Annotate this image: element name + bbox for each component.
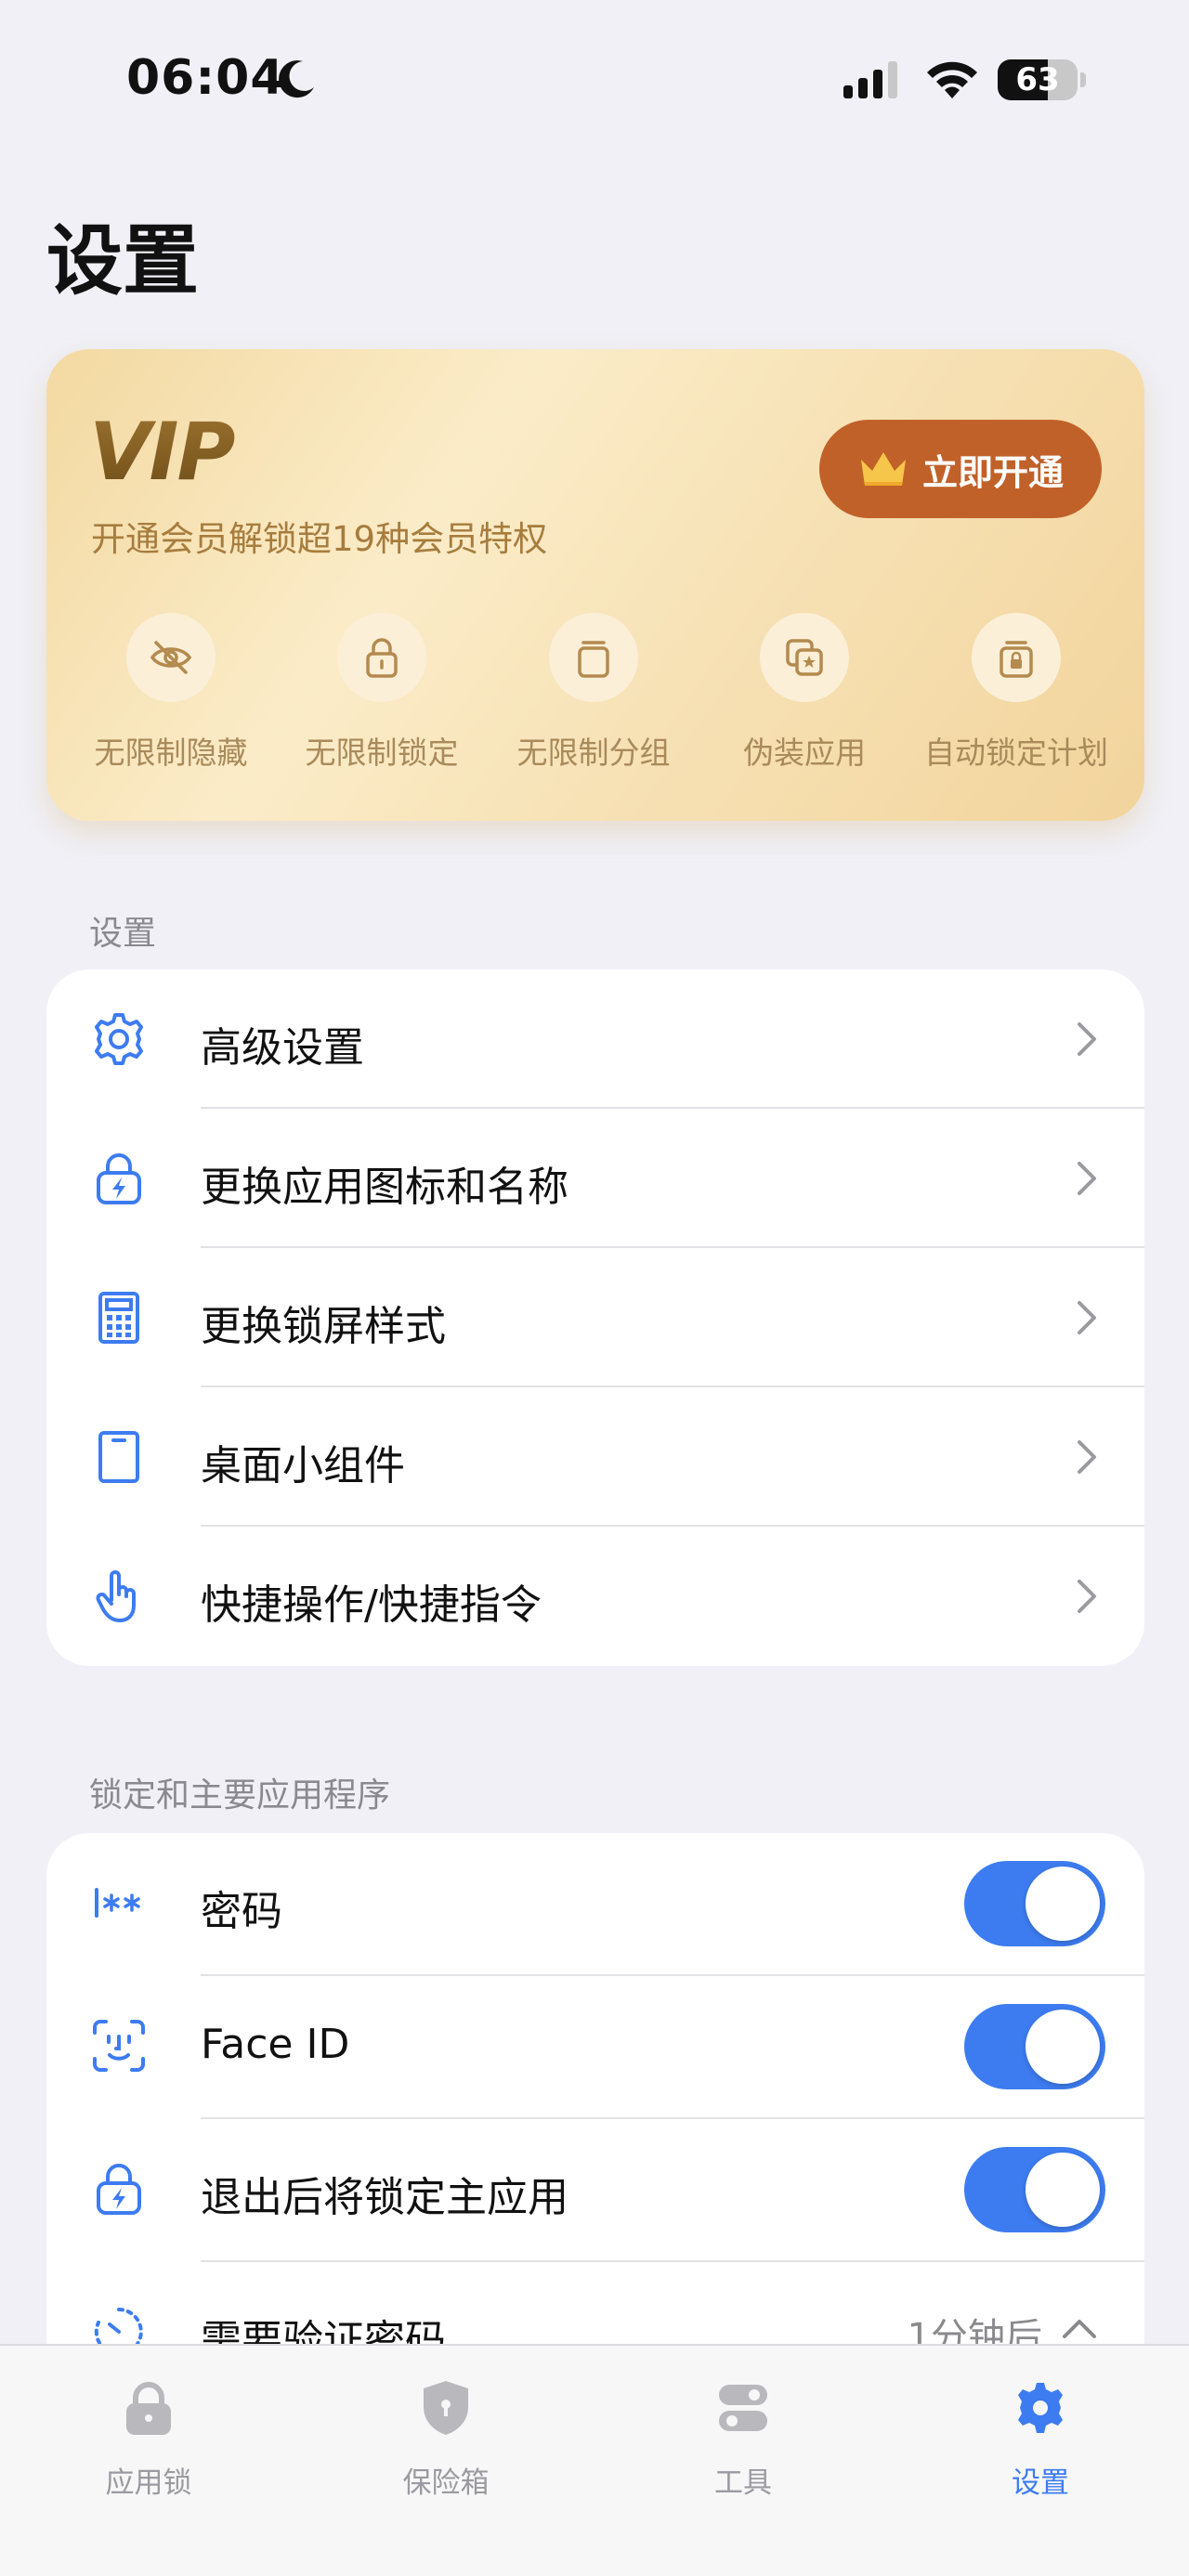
settings-group: 高级设置 更换应用图标和名称 更换锁屏样式 桌面小组件 快捷操作/快捷指令 [46, 969, 1144, 1666]
chevron-up-icon[interactable] [1061, 2316, 1098, 2340]
chevron-right-icon [1078, 1022, 1096, 1056]
lock-icon [366, 638, 398, 678]
stack-icon [578, 641, 609, 678]
section-header-settings: 设置 [89, 915, 157, 953]
face-id-toggle[interactable] [964, 2004, 1105, 2089]
row-desktop-widget[interactable]: 桌面小组件 [46, 1387, 1144, 1527]
disguise-app-icon [786, 639, 823, 676]
row-face-id[interactable]: Face ID [46, 1976, 1144, 2119]
perk-label: 伪装应用 [743, 735, 866, 771]
auto-lock-icon [1000, 641, 1033, 678]
gear-icon [95, 1013, 143, 1065]
tab-settings[interactable]: 设置 [938, 2366, 1143, 2500]
section-header-lock: 锁定和主要应用程序 [89, 1776, 391, 1815]
cellular-signal-icon [843, 61, 897, 98]
gear-tab-icon [1018, 2383, 1063, 2433]
row-change-lock-screen-style[interactable]: 更换锁屏样式 [46, 1248, 1144, 1387]
row-label: 桌面小组件 [201, 1442, 405, 1490]
chevron-right-icon [1078, 1162, 1096, 1195]
shield-icon [424, 2381, 468, 2435]
row-label: 退出后将锁定主应用 [201, 2174, 568, 2221]
perk-auto-lock-schedule[interactable]: 自动锁定计划 [914, 613, 1118, 771]
chevron-right-icon [1078, 1580, 1096, 1613]
status-time: 06:04 [126, 50, 285, 106]
row-advanced-settings[interactable]: 高级设置 [46, 969, 1144, 1109]
perk-label: 自动锁定计划 [924, 735, 1108, 771]
face-id-icon [93, 2020, 145, 2072]
battery-percent: 63 [1015, 61, 1060, 98]
tab-bar: 应用锁 保险箱 工具 设置 [0, 2344, 1189, 2576]
moon-icon [279, 60, 314, 98]
perk-label: 无限制隐藏 [94, 735, 248, 771]
perk-label: 无限制分组 [516, 735, 671, 771]
vip-subscribe-button[interactable]: 立即开通 [819, 420, 1102, 518]
lock-group: 密码 Face ID 退出后将锁定主应用 需要验证密码 1分钟后 [46, 1833, 1144, 2353]
row-label: 密码 [201, 1888, 282, 1935]
row-label: 快捷操作/快捷指令 [201, 1581, 542, 1629]
vip-card[interactable]: VIP 开通会员解锁超19种会员特权 立即开通 无限制隐藏 无限制锁定 无限制分… [46, 349, 1144, 821]
tab-label: 工具 [714, 2466, 772, 2500]
row-label: 更换应用图标和名称 [201, 1164, 568, 1211]
widget-icon [98, 1431, 139, 1483]
chevron-right-icon [1078, 1440, 1096, 1474]
tab-app-lock[interactable]: 应用锁 [46, 2366, 251, 2500]
row-lock-main-app-on-exit[interactable]: 退出后将锁定主应用 [46, 2119, 1144, 2262]
row-require-password[interactable]: 需要验证密码 1分钟后 [46, 2262, 1144, 2353]
perk-unlimited-group[interactable]: 无限制分组 [491, 613, 696, 771]
status-bar: 06:04 63 [0, 0, 1189, 158]
settings-screen: 06:04 63 设置 VIP 开通会员解锁超19种会员特权 立即开通 无限制隐… [0, 0, 1189, 2576]
perk-disguise-app[interactable]: 伪装应用 [702, 613, 907, 771]
tab-label: 设置 [1012, 2466, 1069, 2500]
row-label: 更换锁屏样式 [201, 1303, 446, 1350]
row-password[interactable]: 密码 [46, 1833, 1144, 1976]
battery-indicator: 63 [998, 59, 1087, 100]
crown-icon [860, 452, 906, 486]
lock-bolt-icon [97, 2164, 141, 2215]
eye-slash-icon [150, 641, 192, 674]
row-shortcuts[interactable]: 快捷操作/快捷指令 [46, 1527, 1144, 1666]
tab-label: 保险箱 [402, 2466, 490, 2500]
perk-unlimited-hide[interactable]: 无限制隐藏 [69, 613, 273, 771]
lock-main-app-toggle[interactable] [964, 2147, 1105, 2232]
row-label: Face ID [201, 2021, 350, 2068]
tab-label: 应用锁 [105, 2466, 192, 2500]
row-change-app-icon-name[interactable]: 更换应用图标和名称 [46, 1109, 1144, 1248]
vip-subtitle: 开通会员解锁超19种会员特权 [91, 519, 548, 559]
perk-unlimited-lock[interactable]: 无限制锁定 [280, 613, 484, 771]
page-title: 设置 [46, 217, 200, 306]
password-toggle[interactable] [964, 1861, 1105, 1946]
tab-vault[interactable]: 保险箱 [344, 2366, 548, 2500]
hand-pointer-icon [96, 1570, 136, 1622]
tools-icon [719, 2385, 767, 2431]
chevron-right-icon [1078, 1301, 1096, 1334]
vip-subscribe-label: 立即开通 [921, 451, 1064, 493]
lock-bolt-icon [97, 1153, 141, 1204]
svg-text:VIP: VIP [89, 414, 235, 485]
lock-tab-icon [126, 2382, 171, 2435]
wifi-icon [927, 61, 977, 98]
vip-logo: VIP [89, 414, 237, 485]
row-label: 高级设置 [201, 1024, 364, 1072]
tab-tools[interactable]: 工具 [641, 2366, 845, 2500]
perk-label: 无限制锁定 [305, 735, 459, 771]
calculator-icon [98, 1292, 139, 1344]
password-icon [95, 1888, 140, 1918]
